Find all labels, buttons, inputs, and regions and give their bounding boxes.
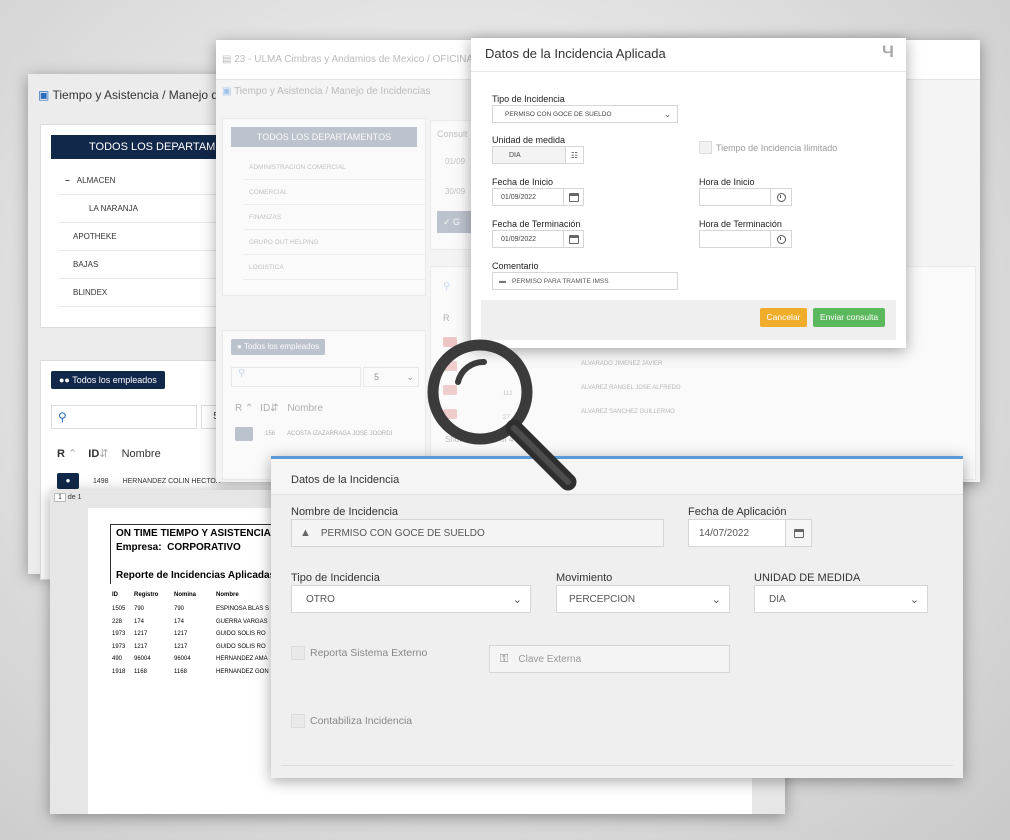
departments-panel: TODOS LOS DEPARTAMENTOS ADMINISTRACION C…	[222, 118, 426, 296]
modal-header: Datos de la Incidencia Aplicada Ч	[471, 38, 906, 72]
report-subtitle: Reporte de Incidencias Aplicadas	[116, 570, 276, 581]
building-icon: ▣	[222, 86, 232, 97]
cancel-button[interactable]: Cancelar	[760, 308, 807, 327]
users-icon: ●	[237, 342, 242, 351]
page-size-select[interactable]: 5 ⌄	[363, 367, 419, 387]
reporta-externo-checkbox[interactable]	[291, 646, 305, 660]
fecha-inicio-field[interactable]: 01/09/2022	[492, 188, 584, 206]
nombre-incidencia-field[interactable]: ▲ PERMISO CON GOCE DE SUELDO	[291, 519, 664, 547]
label-nombre: Nombre de Incidencia	[291, 506, 399, 518]
breadcrumb: ▣ Tiempo y Asistencia / Manejo de Incide…	[222, 86, 431, 97]
unidad-medida-select[interactable]: DIA ⌄	[754, 585, 928, 613]
report-row: 1973 1217 1217 GUIDO SOLIS RO	[112, 643, 266, 650]
label-unidad: Unidad de medida	[492, 135, 566, 145]
chevron-down-icon: ⌄	[512, 593, 522, 606]
page-number-input[interactable]: 1	[54, 493, 66, 502]
department-item[interactable]: FINANZAS	[243, 205, 425, 230]
magnifier-icon	[427, 339, 577, 491]
report-table-header: ID Registro Nomina Nombre	[112, 592, 239, 598]
detail-title: Datos de la Incidencia	[291, 474, 400, 486]
ilimitado-label: Tiempo de Incidencia Ilimitado	[716, 143, 838, 153]
employee-row[interactable]: 156 ACOSTA IZAZARRAGA JOSE JOORDI	[235, 427, 392, 441]
employee-action-button[interactable]	[235, 427, 253, 441]
label-unidad: UNIDAD DE MEDIDA	[754, 572, 861, 584]
report-row: 1973 1217 1217 GUIDO SOLIS RO	[112, 631, 266, 637]
chevron-down-icon: ⌄	[711, 593, 721, 606]
contabiliza-label: Contabiliza Incidencia	[310, 715, 413, 727]
contabiliza-checkbox[interactable]	[291, 714, 305, 728]
close-icon[interactable]: Ч	[882, 42, 894, 62]
label-tipo: Tipo de Incidencia	[291, 572, 380, 584]
label-fecha-inicio: Fecha de Inicio	[492, 177, 554, 187]
key-icon: ⚿	[500, 652, 509, 665]
department-item[interactable]: COMERCIAL	[243, 180, 425, 205]
search-icon: ⚲	[58, 410, 67, 424]
department-item[interactable]: ADMINISTRACION COMERCIAL	[243, 155, 425, 180]
tipo-incidencia-select[interactable]: PERMISO CON GOCE DE SUELDO ⌄	[492, 105, 678, 123]
report-row: 490 96004 96004 HERNANDEZ AMA	[112, 656, 268, 662]
hora-inicio-field[interactable]	[699, 188, 792, 206]
calendar-icon[interactable]	[563, 189, 583, 205]
chevron-down-icon: ⌄	[664, 109, 671, 119]
comment-icon: ▬	[499, 277, 506, 285]
list-icon[interactable]: ☷	[565, 147, 583, 163]
clock-icon[interactable]	[770, 231, 791, 247]
all-employees-button[interactable]: ●● Todos los empleados	[51, 371, 165, 389]
label-movimiento: Movimiento	[556, 572, 613, 584]
clock-icon[interactable]	[770, 189, 791, 205]
detail-header: Datos de la Incidencia	[271, 459, 963, 495]
department-item[interactable]: LOGISTICA	[243, 255, 425, 280]
label-tipo: Tipo de Incidencia	[492, 94, 565, 104]
report-company: Empresa: CORPORATIVO	[116, 542, 241, 553]
report-title: ON TIME TIEMPO Y ASISTENCIA	[116, 528, 271, 539]
department-item[interactable]: GRUPO OUT HELPING	[243, 230, 425, 255]
document-icon: ▤	[222, 54, 232, 65]
employee-table-header: R ⌃ ID⇵ Nombre	[57, 448, 161, 460]
reporta-externo-label: Reporta Sistema Externo	[310, 647, 428, 659]
users-icon: ●●	[59, 375, 70, 385]
employee-row[interactable]: ● 1498 HERNANDEZ COLIN HECTOR	[57, 473, 221, 489]
employee-search-input[interactable]: ⚲	[51, 405, 197, 429]
breadcrumb: ▣ Tiempo y Asistencia / Manejo de In	[38, 88, 239, 102]
fecha-terminacion-field[interactable]: 01/09/2022	[492, 230, 584, 248]
report-table: ID Registro Nomina Nombre 1505 790 790 ESPINOS…	[112, 592, 276, 681]
submit-button[interactable]: Enviar consulta	[813, 308, 885, 327]
comentario-field[interactable]: ▬ PERMISO PARA TRAMITE IMSS	[492, 272, 678, 290]
calendar-icon[interactable]	[563, 231, 583, 247]
employee-search-input[interactable]: ⚲	[231, 367, 361, 387]
label-hora-term: Hora de Terminación	[699, 219, 782, 229]
employee-action-button[interactable]: ●	[57, 473, 79, 489]
clave-externa-input[interactable]: ⚿ Clave Externa	[489, 645, 730, 673]
hora-terminacion-field[interactable]	[699, 230, 792, 248]
all-employees-button[interactable]: ● Todos los empleados	[231, 339, 326, 355]
building-icon: ▣	[38, 88, 50, 102]
movimiento-select[interactable]: PERCEPCION ⌄	[556, 585, 730, 613]
calendar-icon[interactable]	[785, 520, 811, 546]
tipo-incidencia-select[interactable]: OTRO ⌄	[291, 585, 531, 613]
company-title: 23 - ULMA Cimbras y Andamios de Mexico /…	[234, 54, 484, 65]
report-row: 228 174 174 GUERRA VARGAS	[112, 618, 268, 625]
graduation-cap-icon: ▲	[300, 527, 311, 539]
department-list: ADMINISTRACION COMERCIAL COMERCIAL FINAN…	[243, 155, 425, 280]
fecha-aplicacion-field[interactable]: 14/07/2022	[688, 519, 812, 547]
all-departments-button[interactable]: TODOS LOS DEPARTAMENTOS	[231, 127, 417, 147]
employee-table-header: R ⌃ ID⇵ Nombre	[235, 403, 323, 414]
label-hora-inicio: Hora de Inicio	[699, 177, 755, 187]
incidence-detail-panel: Datos de la Incidencia Nombre de Inciden…	[271, 456, 963, 778]
panel-divider	[281, 765, 953, 766]
report-row: 1505 790 790 ESPINOSA BLAS S	[112, 606, 270, 612]
incidence-applied-modal: Datos de la Incidencia Aplicada Ч Tipo d…	[471, 38, 906, 348]
label-fecha-aplicacion: Fecha de Aplicación	[688, 506, 787, 518]
unidad-medida-field[interactable]: DIA ☷	[492, 146, 584, 164]
chevron-down-icon: ⌄	[909, 593, 919, 606]
report-row: 1918 1168 1168 HERNANDEZ GON	[112, 668, 269, 675]
label-fecha-term: Fecha de Terminación	[492, 219, 581, 229]
label-comentario: Comentario	[492, 261, 539, 271]
list-r-header: R	[443, 313, 450, 323]
list-search-icon: ⚲	[443, 281, 451, 292]
ilimitado-checkbox[interactable]	[699, 141, 712, 154]
modal-title: Datos de la Incidencia Aplicada	[485, 46, 666, 61]
